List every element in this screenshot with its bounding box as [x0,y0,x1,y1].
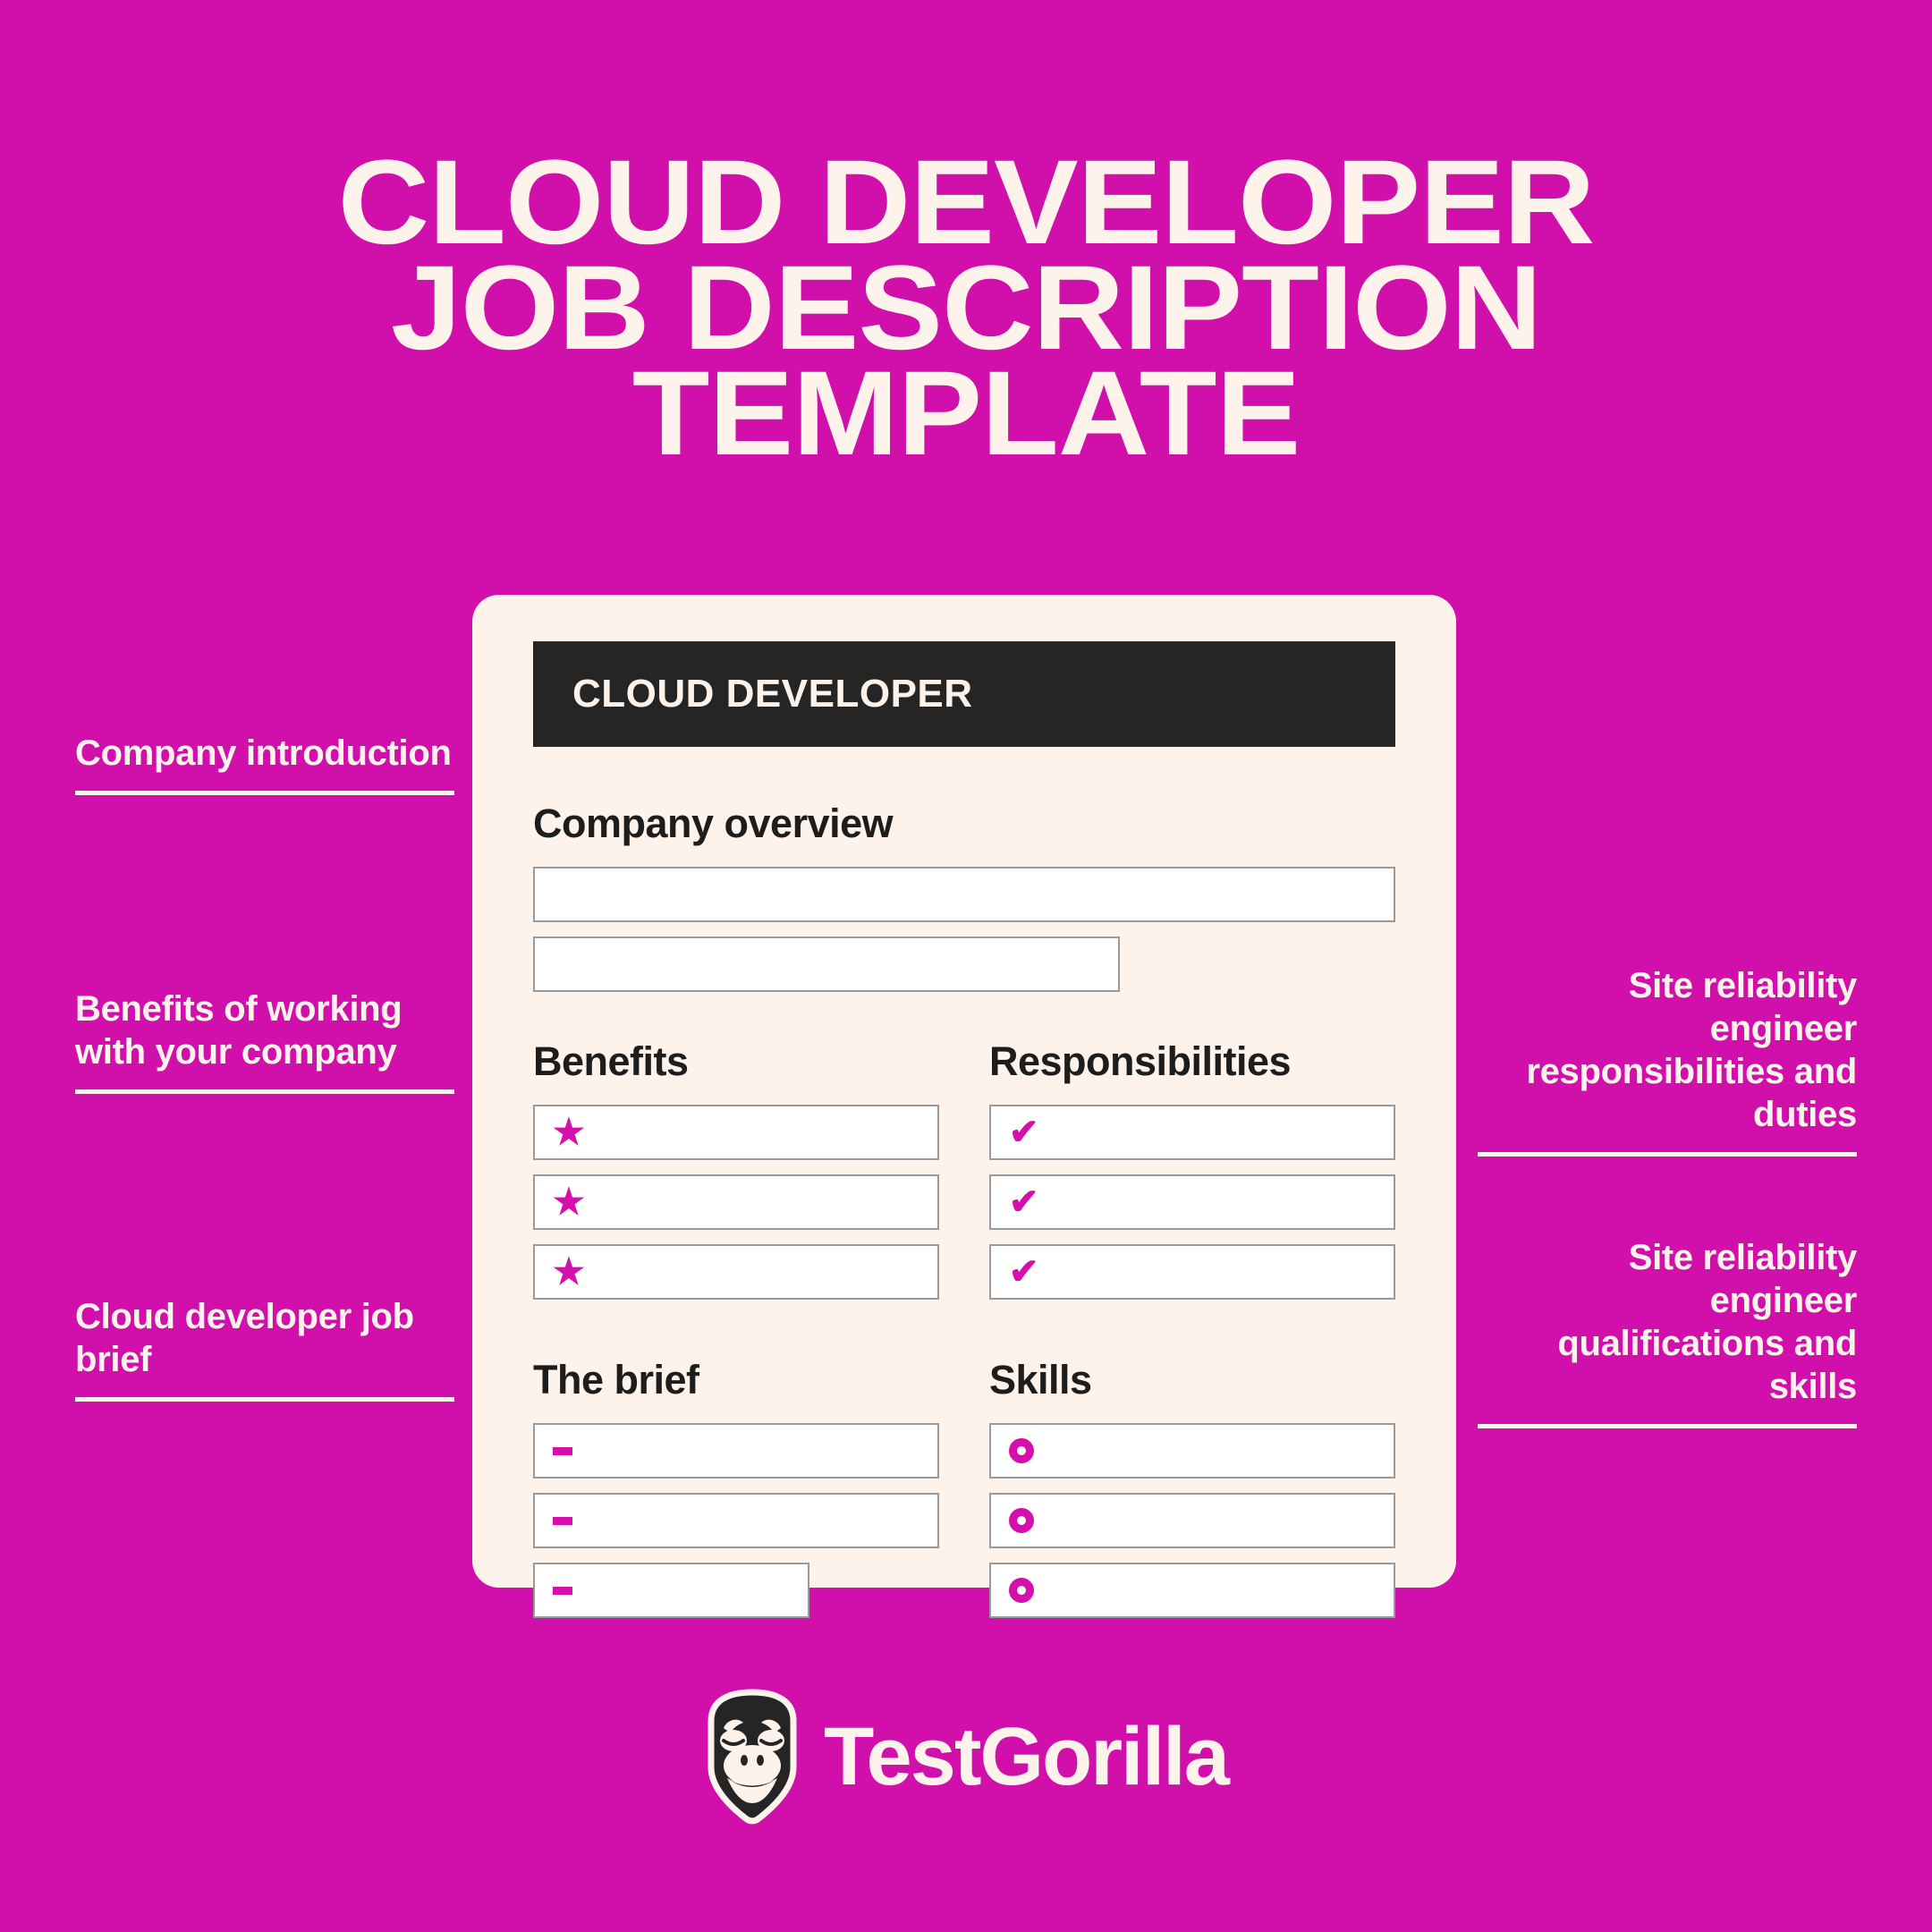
page-title-line-1: CLOUD DEVELOPER [337,136,1596,269]
annotation-underline [75,791,454,795]
annotation-underline [75,1089,454,1094]
star-icon: ★ [553,1182,585,1222]
skills-field-2[interactable] [989,1493,1395,1548]
company-overview-field-2[interactable] [533,936,1120,992]
dash-icon [553,1586,572,1595]
skills-field-1[interactable] [989,1423,1395,1479]
annotation-benefits-of-working: Benefits of working with your company [75,987,454,1094]
check-icon: ✔ [1009,1182,1039,1222]
section-the-brief: The brief [533,1357,939,1632]
ring-icon [1009,1508,1034,1533]
section-benefits: Benefits ★ ★ ★ [533,1038,939,1314]
section-label-the-brief: The brief [533,1357,699,1402]
annotation-label: Site reliability engineer qualifications… [1557,1238,1857,1406]
annotation-label: Site reliability engineer responsibiliti… [1526,966,1857,1134]
annotation-responsibilities-and-duties: Site reliability engineer responsibiliti… [1478,964,1857,1157]
annotation-label: Company introduction [75,733,452,773]
benefits-field-3[interactable]: ★ [533,1244,939,1300]
brief-field-2[interactable] [533,1493,939,1548]
section-label-skills: Skills [989,1357,1092,1402]
annotation-job-brief: Cloud developer job brief [75,1295,454,1402]
page-title-line-2: JOB DESCRIPTION [390,242,1542,375]
responsibilities-field-1[interactable]: ✔ [989,1105,1395,1160]
annotation-label: Cloud developer job brief [75,1297,414,1379]
brief-field-1[interactable] [533,1423,939,1479]
row-brief-skills: The brief Skills [533,1357,1395,1632]
responsibilities-field-2[interactable]: ✔ [989,1174,1395,1230]
star-icon: ★ [553,1113,585,1152]
annotation-underline [75,1397,454,1402]
dash-icon [553,1446,572,1455]
section-label-responsibilities: Responsibilities [989,1038,1292,1084]
benefits-field-2[interactable]: ★ [533,1174,939,1230]
page-title-line-3: TEMPLATE [631,347,1301,480]
responsibilities-field-3[interactable]: ✔ [989,1244,1395,1300]
section-label-benefits: Benefits [533,1038,689,1084]
row-benefits-responsibilities: Benefits ★ ★ ★ Responsibilities ✔ ✔ ✔ [533,1038,1395,1314]
card-header-bar: CLOUD DEVELOPER [533,641,1395,747]
annotation-company-introduction: Company introduction [75,732,454,795]
company-overview-field-1[interactable] [533,867,1395,922]
check-icon: ✔ [1009,1252,1039,1292]
skills-field-3[interactable] [989,1563,1395,1618]
annotation-underline [1478,1424,1857,1428]
annotation-qualifications-and-skills: Site reliability engineer qualifications… [1478,1236,1857,1428]
card-header-title: CLOUD DEVELOPER [572,672,973,716]
job-description-template-card: CLOUD DEVELOPER Company overview Benefit… [472,595,1456,1618]
benefits-field-1[interactable]: ★ [533,1105,939,1160]
brand-name: TestGorilla [824,1711,1230,1802]
star-icon: ★ [553,1252,585,1292]
section-skills: Skills [989,1357,1395,1632]
brand-logo: TestGorilla [0,1689,1932,1825]
section-company-overview: Company overview [533,801,1395,992]
ring-icon [1009,1578,1034,1603]
gorilla-head-icon [708,1689,797,1825]
section-label-company-overview: Company overview [533,801,894,846]
ring-icon [1009,1438,1034,1463]
section-responsibilities: Responsibilities ✔ ✔ ✔ [989,1038,1395,1314]
annotation-label: Benefits of working with your company [75,989,402,1072]
annotation-underline [1478,1152,1857,1157]
brief-field-3[interactable] [533,1563,809,1618]
check-icon: ✔ [1009,1113,1039,1152]
page-title: CLOUD DEVELOPER JOB DESCRIPTION TEMPLATE [0,136,1932,480]
dash-icon [553,1516,572,1525]
